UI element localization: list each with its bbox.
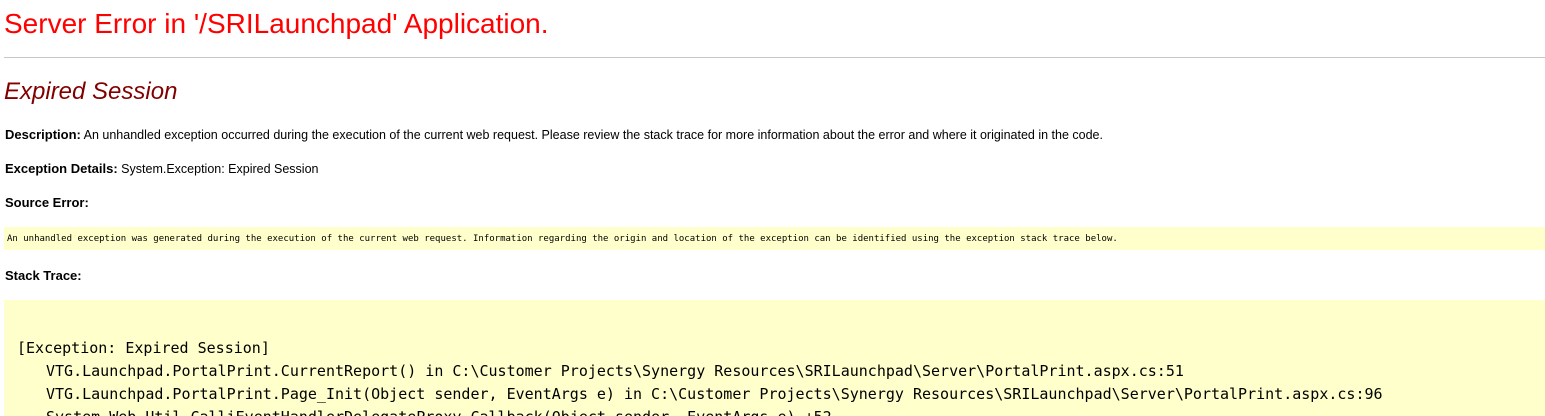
- stack-trace-line: VTG.Launchpad.PortalPrint.CurrentReport(…: [46, 362, 1184, 380]
- title-divider: [4, 57, 1545, 58]
- exception-details-text: System.Exception: Expired Session: [117, 162, 319, 176]
- exception-details-label: Exception Details:: [5, 161, 118, 176]
- description-line: Description: An unhandled exception occu…: [5, 127, 1103, 142]
- description-label: Description:: [5, 127, 81, 142]
- source-error-box: An unhandled exception was generated dur…: [4, 227, 1545, 250]
- stack-trace-line: [Exception: Expired Session]: [17, 339, 270, 357]
- stack-trace-line: VTG.Launchpad.PortalPrint.Page_Init(Obje…: [46, 385, 1383, 403]
- source-error-text: An unhandled exception was generated dur…: [7, 234, 1118, 244]
- exception-details-line: Exception Details: System.Exception: Exp…: [5, 161, 319, 176]
- stack-trace-line: System.Web.Util.CalliEventHandlerDelegat…: [46, 408, 832, 416]
- stack-trace-label: Stack Trace:: [5, 268, 82, 283]
- error-heading: Expired Session: [4, 78, 178, 105]
- source-error-label: Source Error:: [5, 195, 89, 210]
- description-text: An unhandled exception occurred during t…: [80, 128, 1103, 142]
- stack-trace-box[interactable]: [Exception: Expired Session] VTG.Launchp…: [4, 300, 1545, 416]
- page-title: Server Error in '/SRILaunchpad' Applicat…: [4, 8, 549, 39]
